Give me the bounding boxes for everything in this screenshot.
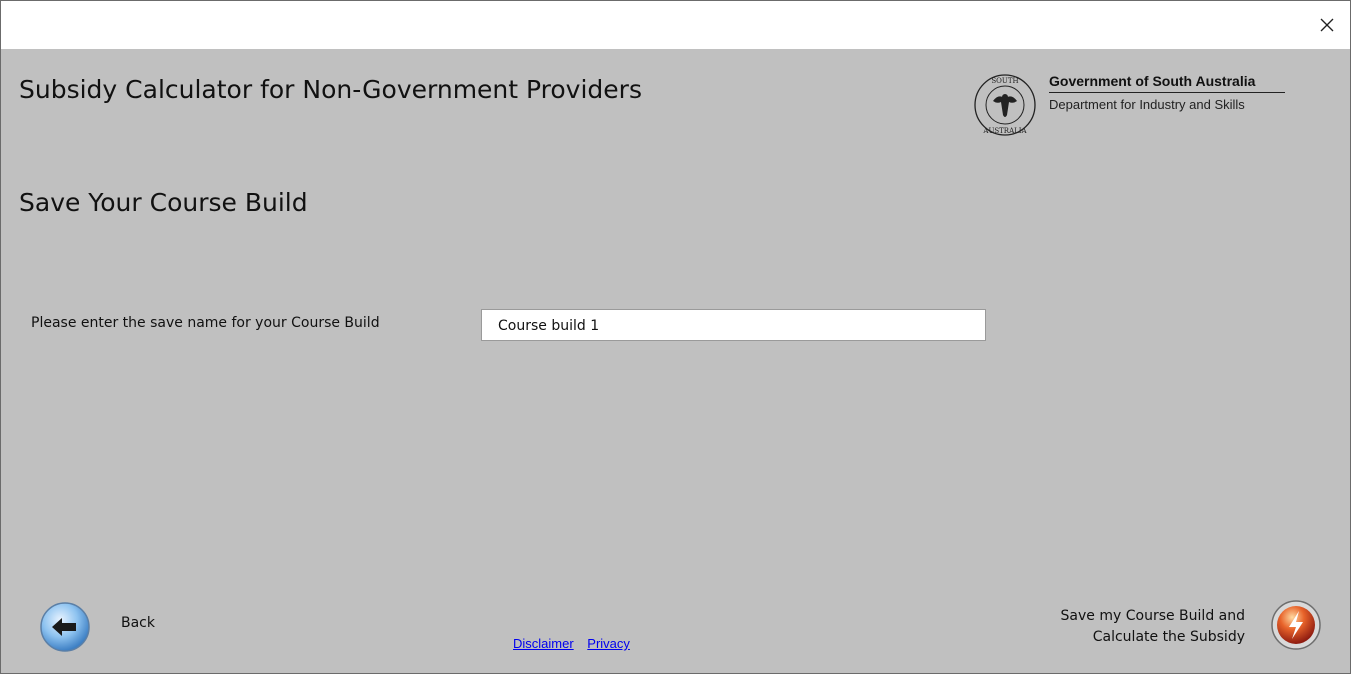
app-title: Subsidy Calculator for Non-Government Pr… [19,75,642,104]
save-name-label: Please enter the save name for your Cour… [31,315,380,331]
privacy-link[interactable]: Privacy [587,636,630,651]
government-logo: SOUTH AUSTRALIA Government of South Aust… [971,71,1291,137]
app-window: Subsidy Calculator for Non-Government Pr… [0,0,1351,674]
government-name: Government of South Australia [1049,73,1256,89]
logo-divider [1049,92,1285,93]
lightning-icon [1271,600,1321,650]
back-label[interactable]: Back [121,615,155,631]
save-name-input[interactable] [481,309,986,341]
close-icon [1320,18,1334,32]
state-seal-icon: SOUTH AUSTRALIA [974,74,1036,136]
back-button[interactable] [39,601,91,653]
save-label-line1: Save my Course Build and [1060,608,1245,624]
department-name: Department for Industry and Skills [1049,97,1245,112]
save-calculate-button[interactable] [1270,599,1322,651]
title-bar [1,1,1350,49]
svg-text:AUSTRALIA: AUSTRALIA [982,127,1027,135]
disclaimer-link[interactable]: Disclaimer [513,636,574,651]
arrow-left-icon [40,602,90,652]
svg-text:SOUTH: SOUTH [991,77,1018,85]
save-label-line2: Calculate the Subsidy [1092,629,1245,645]
close-button[interactable] [1312,10,1342,40]
footer-links: Disclaimer Privacy [513,636,640,651]
page-title: Save Your Course Build [19,188,308,217]
save-calculate-label[interactable]: Save my Course Build and Calculate the S… [1061,606,1245,648]
